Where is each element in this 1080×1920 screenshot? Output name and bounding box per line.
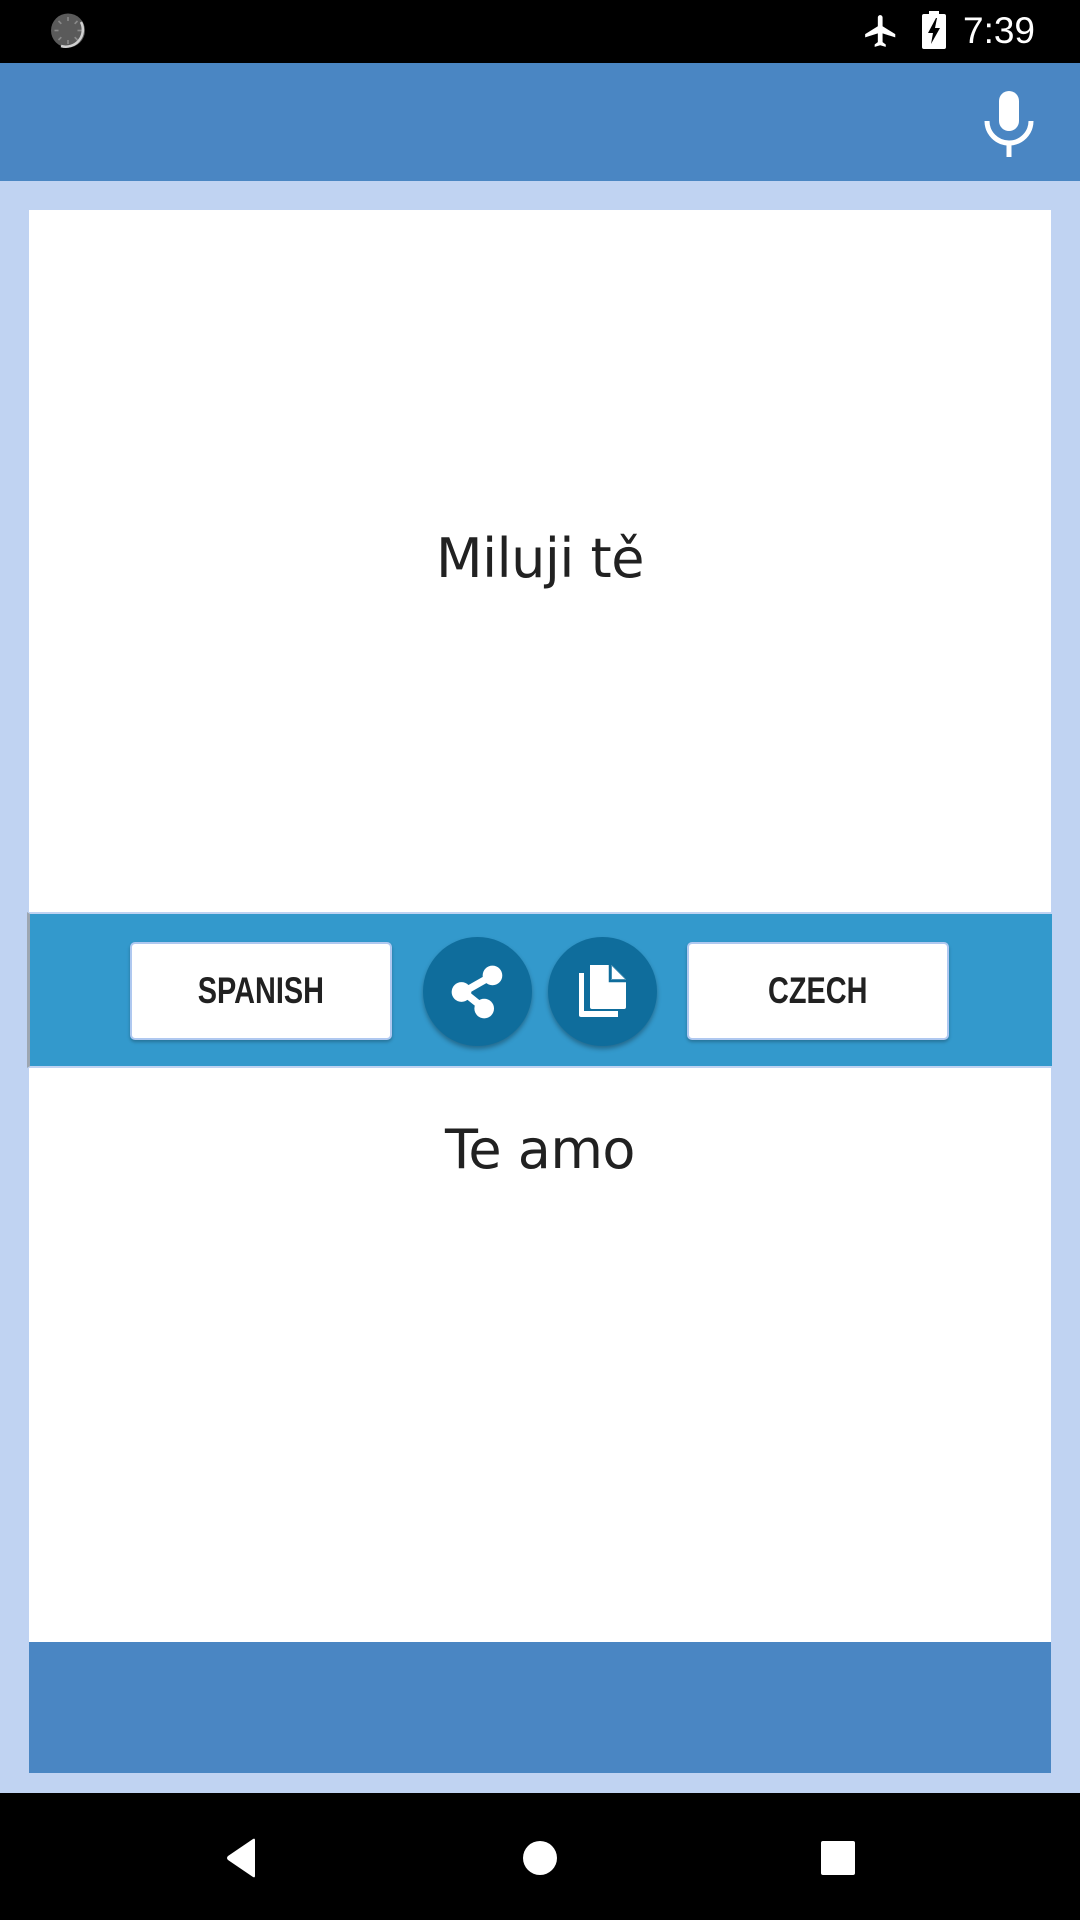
back-button[interactable]	[206, 1823, 276, 1893]
navigation-bar	[0, 1793, 1080, 1920]
back-icon	[227, 1838, 255, 1878]
copy-button[interactable]	[548, 937, 657, 1046]
target-text-panel[interactable]: Te amo	[29, 1068, 1051, 1642]
airplane-mode-icon	[865, 15, 896, 47]
sync-icon	[51, 13, 85, 48]
source-text: Miluji tě	[436, 527, 644, 590]
status-bar: 7:39	[0, 0, 1080, 63]
target-text: Te amo	[445, 1118, 635, 1181]
battery-charging-icon	[922, 11, 946, 49]
recents-icon	[821, 1841, 855, 1875]
source-language-button[interactable]: SPANISH	[130, 942, 392, 1040]
target-language-label: CZECH	[768, 970, 868, 1011]
share-button[interactable]	[423, 937, 532, 1046]
microphone-icon	[984, 91, 1034, 157]
recents-button[interactable]	[803, 1823, 873, 1893]
target-language-button[interactable]: CZECH	[687, 942, 949, 1040]
voice-input-button[interactable]	[969, 84, 1049, 164]
source-language-label: SPANISH	[197, 970, 325, 1011]
bottom-banner	[29, 1642, 1051, 1773]
home-button[interactable]	[505, 1823, 575, 1893]
status-time: 7:39	[963, 10, 1036, 51]
source-text-panel[interactable]: Miluji tě	[29, 210, 1051, 912]
share-icon	[451, 965, 502, 1018]
copy-icon	[578, 964, 626, 1017]
home-icon	[523, 1841, 557, 1875]
